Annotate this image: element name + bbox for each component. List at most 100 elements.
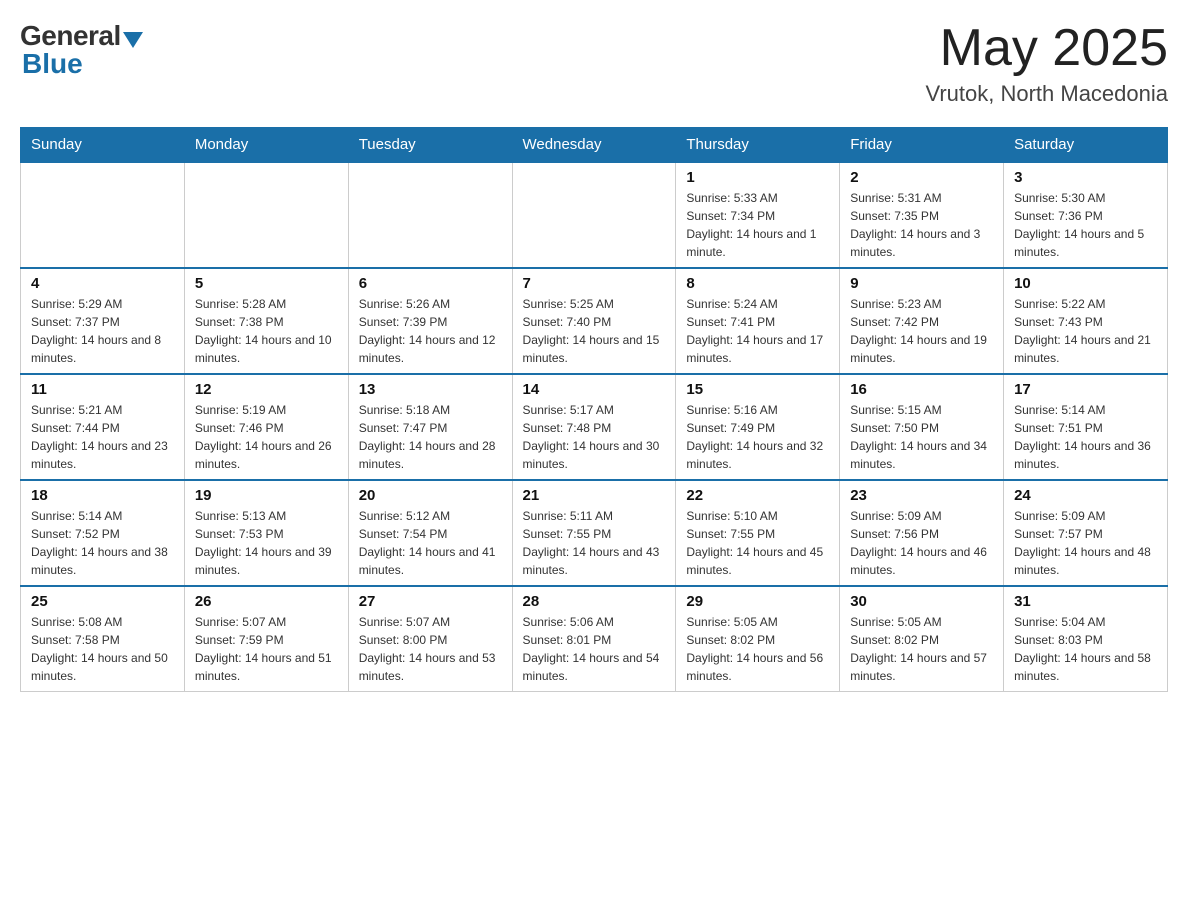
day-info: Sunrise: 5:14 AM Sunset: 7:52 PM Dayligh… — [31, 507, 174, 579]
page-header: General Blue May 2025 Vrutok, North Mace… — [20, 20, 1168, 107]
day-number: 31 — [1014, 593, 1157, 610]
location: Vrutok, North Macedonia — [925, 81, 1168, 107]
calendar-header-tuesday: Tuesday — [348, 128, 512, 163]
day-info: Sunrise: 5:28 AM Sunset: 7:38 PM Dayligh… — [195, 295, 338, 367]
logo-subtitle: Blue — [20, 48, 83, 80]
calendar-week-row-4: 18 Sunrise: 5:14 AM Sunset: 7:52 PM Dayli… — [21, 480, 1168, 586]
day-info: Sunrise: 5:05 AM Sunset: 8:02 PM Dayligh… — [686, 613, 829, 685]
calendar-week-row-1: 1 Sunrise: 5:33 AM Sunset: 7:34 PM Daylig… — [21, 162, 1168, 268]
calendar-cell: 4 Sunrise: 5:29 AM Sunset: 7:37 PM Daylig… — [21, 268, 185, 374]
day-info: Sunrise: 5:05 AM Sunset: 8:02 PM Dayligh… — [850, 613, 993, 685]
calendar-cell: 27 Sunrise: 5:07 AM Sunset: 8:00 PM Dayli… — [348, 586, 512, 692]
day-info: Sunrise: 5:11 AM Sunset: 7:55 PM Dayligh… — [523, 507, 666, 579]
title-section: May 2025 Vrutok, North Macedonia — [925, 20, 1168, 107]
calendar-week-row-2: 4 Sunrise: 5:29 AM Sunset: 7:37 PM Daylig… — [21, 268, 1168, 374]
calendar-cell — [348, 162, 512, 268]
day-info: Sunrise: 5:25 AM Sunset: 7:40 PM Dayligh… — [523, 295, 666, 367]
calendar-header-row: SundayMondayTuesdayWednesdayThursdayFrid… — [21, 128, 1168, 163]
day-number: 29 — [686, 593, 829, 610]
day-info: Sunrise: 5:22 AM Sunset: 7:43 PM Dayligh… — [1014, 295, 1157, 367]
logo-arrow-icon — [123, 32, 143, 48]
calendar-cell: 13Sunrise: 5:18 AM Sunset: 7:47 PM Dayli… — [348, 374, 512, 480]
day-number: 12 — [195, 381, 338, 398]
calendar-cell: 31 Sunrise: 5:04 AM Sunset: 8:03 PM Dayli… — [1004, 586, 1168, 692]
calendar-header-thursday: Thursday — [676, 128, 840, 163]
day-info: Sunrise: 5:12 AM Sunset: 7:54 PM Dayligh… — [359, 507, 502, 579]
day-info: Sunrise: 5:24 AM Sunset: 7:41 PM Dayligh… — [686, 295, 829, 367]
calendar-week-row-3: 11Sunrise: 5:21 AM Sunset: 7:44 PM Dayli… — [21, 374, 1168, 480]
day-number: 3 — [1014, 169, 1157, 186]
day-info: Sunrise: 5:23 AM Sunset: 7:42 PM Dayligh… — [850, 295, 993, 367]
calendar-cell: 6Sunrise: 5:26 AM Sunset: 7:39 PM Daylig… — [348, 268, 512, 374]
calendar-cell: 26Sunrise: 5:07 AM Sunset: 7:59 PM Dayli… — [184, 586, 348, 692]
calendar-cell: 28 Sunrise: 5:06 AM Sunset: 8:01 PM Dayli… — [512, 586, 676, 692]
day-info: Sunrise: 5:08 AM Sunset: 7:58 PM Dayligh… — [31, 613, 174, 685]
calendar-cell: 10 Sunrise: 5:22 AM Sunset: 7:43 PM Dayli… — [1004, 268, 1168, 374]
day-number: 23 — [850, 487, 993, 504]
calendar-cell: 30 Sunrise: 5:05 AM Sunset: 8:02 PM Dayli… — [840, 586, 1004, 692]
calendar-cell: 23 Sunrise: 5:09 AM Sunset: 7:56 PM Dayli… — [840, 480, 1004, 586]
day-info: Sunrise: 5:17 AM Sunset: 7:48 PM Dayligh… — [523, 401, 666, 473]
day-number: 21 — [523, 487, 666, 504]
calendar-cell — [184, 162, 348, 268]
calendar-cell: 14Sunrise: 5:17 AM Sunset: 7:48 PM Dayli… — [512, 374, 676, 480]
calendar-cell: 16 Sunrise: 5:15 AM Sunset: 7:50 PM Dayli… — [840, 374, 1004, 480]
day-info: Sunrise: 5:06 AM Sunset: 8:01 PM Dayligh… — [523, 613, 666, 685]
calendar-cell: 5 Sunrise: 5:28 AM Sunset: 7:38 PM Daylig… — [184, 268, 348, 374]
day-info: Sunrise: 5:13 AM Sunset: 7:53 PM Dayligh… — [195, 507, 338, 579]
calendar-week-row-5: 25 Sunrise: 5:08 AM Sunset: 7:58 PM Dayli… — [21, 586, 1168, 692]
day-info: Sunrise: 5:07 AM Sunset: 8:00 PM Dayligh… — [359, 613, 502, 685]
calendar-cell: 11Sunrise: 5:21 AM Sunset: 7:44 PM Dayli… — [21, 374, 185, 480]
calendar-header-friday: Friday — [840, 128, 1004, 163]
calendar-cell: 7 Sunrise: 5:25 AM Sunset: 7:40 PM Daylig… — [512, 268, 676, 374]
day-number: 22 — [686, 487, 829, 504]
day-number: 5 — [195, 275, 338, 292]
day-info: Sunrise: 5:30 AM Sunset: 7:36 PM Dayligh… — [1014, 189, 1157, 261]
day-number: 10 — [1014, 275, 1157, 292]
day-info: Sunrise: 5:09 AM Sunset: 7:57 PM Dayligh… — [1014, 507, 1157, 579]
day-number: 19 — [195, 487, 338, 504]
day-number: 18 — [31, 487, 174, 504]
day-number: 30 — [850, 593, 993, 610]
calendar-cell: 19 Sunrise: 5:13 AM Sunset: 7:53 PM Dayli… — [184, 480, 348, 586]
calendar-cell — [512, 162, 676, 268]
day-info: Sunrise: 5:29 AM Sunset: 7:37 PM Dayligh… — [31, 295, 174, 367]
calendar-cell: 21 Sunrise: 5:11 AM Sunset: 7:55 PM Dayli… — [512, 480, 676, 586]
logo: General Blue — [20, 20, 143, 80]
day-info: Sunrise: 5:16 AM Sunset: 7:49 PM Dayligh… — [686, 401, 829, 473]
day-info: Sunrise: 5:10 AM Sunset: 7:55 PM Dayligh… — [686, 507, 829, 579]
day-number: 4 — [31, 275, 174, 292]
day-info: Sunrise: 5:33 AM Sunset: 7:34 PM Dayligh… — [686, 189, 829, 261]
day-number: 6 — [359, 275, 502, 292]
day-number: 16 — [850, 381, 993, 398]
calendar-header-monday: Monday — [184, 128, 348, 163]
day-info: Sunrise: 5:14 AM Sunset: 7:51 PM Dayligh… — [1014, 401, 1157, 473]
day-number: 1 — [686, 169, 829, 186]
day-number: 28 — [523, 593, 666, 610]
day-info: Sunrise: 5:04 AM Sunset: 8:03 PM Dayligh… — [1014, 613, 1157, 685]
day-number: 11 — [31, 381, 174, 398]
calendar-cell: 12Sunrise: 5:19 AM Sunset: 7:46 PM Dayli… — [184, 374, 348, 480]
calendar-header-saturday: Saturday — [1004, 128, 1168, 163]
day-number: 8 — [686, 275, 829, 292]
calendar-header-wednesday: Wednesday — [512, 128, 676, 163]
calendar-cell: 9Sunrise: 5:23 AM Sunset: 7:42 PM Daylig… — [840, 268, 1004, 374]
day-info: Sunrise: 5:15 AM Sunset: 7:50 PM Dayligh… — [850, 401, 993, 473]
day-info: Sunrise: 5:31 AM Sunset: 7:35 PM Dayligh… — [850, 189, 993, 261]
calendar-cell: 1 Sunrise: 5:33 AM Sunset: 7:34 PM Daylig… — [676, 162, 840, 268]
calendar-cell: 29 Sunrise: 5:05 AM Sunset: 8:02 PM Dayli… — [676, 586, 840, 692]
day-info: Sunrise: 5:07 AM Sunset: 7:59 PM Dayligh… — [195, 613, 338, 685]
calendar-cell: 3 Sunrise: 5:30 AM Sunset: 7:36 PM Daylig… — [1004, 162, 1168, 268]
day-number: 17 — [1014, 381, 1157, 398]
day-info: Sunrise: 5:18 AM Sunset: 7:47 PM Dayligh… — [359, 401, 502, 473]
day-number: 7 — [523, 275, 666, 292]
day-number: 27 — [359, 593, 502, 610]
month-year: May 2025 — [925, 20, 1168, 77]
calendar-header-sunday: Sunday — [21, 128, 185, 163]
calendar-cell: 20 Sunrise: 5:12 AM Sunset: 7:54 PM Dayli… — [348, 480, 512, 586]
day-number: 25 — [31, 593, 174, 610]
day-info: Sunrise: 5:09 AM Sunset: 7:56 PM Dayligh… — [850, 507, 993, 579]
day-number: 20 — [359, 487, 502, 504]
calendar-cell: 17 Sunrise: 5:14 AM Sunset: 7:51 PM Dayli… — [1004, 374, 1168, 480]
calendar-cell: 8 Sunrise: 5:24 AM Sunset: 7:41 PM Daylig… — [676, 268, 840, 374]
